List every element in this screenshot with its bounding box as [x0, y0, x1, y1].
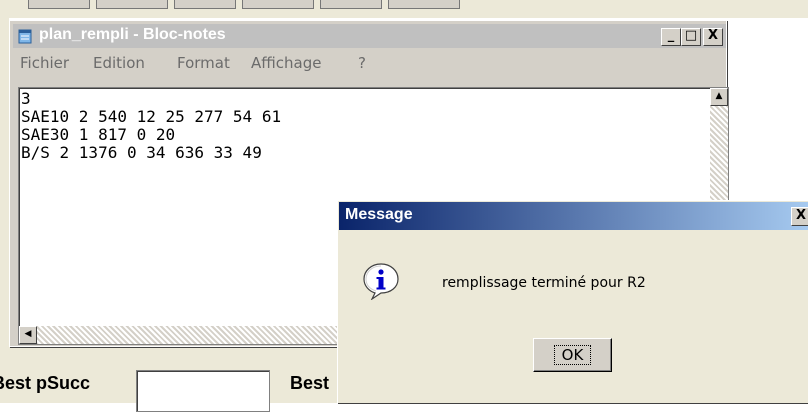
horizontal-scrollbar[interactable]: ◀: [19, 326, 359, 344]
background-header-tab: [242, 0, 314, 9]
background-right-area: [725, 18, 808, 178]
background-left-strip: [0, 18, 9, 348]
background-header-tab: [174, 0, 236, 9]
best-psucc-input[interactable]: [136, 370, 270, 412]
menu-edition[interactable]: Edition: [93, 54, 145, 72]
dialog-title-bar[interactable]: Message X: [339, 202, 808, 230]
menu-help[interactable]: ?: [358, 54, 366, 72]
menu-format[interactable]: Format: [177, 54, 230, 72]
dialog-close-button[interactable]: X: [791, 207, 808, 226]
ok-button-label: OK: [554, 345, 591, 365]
ok-button[interactable]: OK: [533, 338, 612, 372]
background-header-tab: [96, 0, 168, 9]
notepad-title-bar[interactable]: plan_rempli - Bloc-notes _ □ X: [13, 24, 726, 48]
notepad-icon: [18, 29, 32, 44]
scroll-up-button[interactable]: ▲: [710, 88, 728, 106]
dialog-message: remplissage terminé pour R2: [442, 275, 646, 291]
best-psucc-label: Best pSucc: [0, 373, 91, 393]
scroll-left-button[interactable]: ◀: [19, 326, 37, 344]
notepad-menu-bar: Fichier Edition Format Affichage ?: [13, 52, 726, 74]
menu-fichier[interactable]: Fichier: [20, 54, 69, 72]
close-button[interactable]: X: [703, 28, 723, 46]
maximize-button[interactable]: □: [681, 28, 701, 46]
menu-affichage[interactable]: Affichage: [251, 54, 321, 72]
info-icon: [363, 263, 399, 300]
background-header-tab: [28, 0, 90, 9]
background-header-tab: [388, 0, 460, 9]
notepad-title: plan_rempli - Bloc-notes: [39, 26, 226, 43]
notepad-content: 3 SAE10 2 540 12 25 277 54 61 SAE30 1 81…: [21, 89, 282, 162]
minimize-button[interactable]: _: [661, 28, 681, 46]
best-label: Best: [290, 373, 330, 393]
dialog-title: Message: [345, 206, 413, 223]
background-header-tab: [320, 0, 382, 9]
background-top-strip: [0, 0, 808, 18]
message-dialog: Message X remplissage terminé pour R2 OK: [337, 200, 808, 405]
